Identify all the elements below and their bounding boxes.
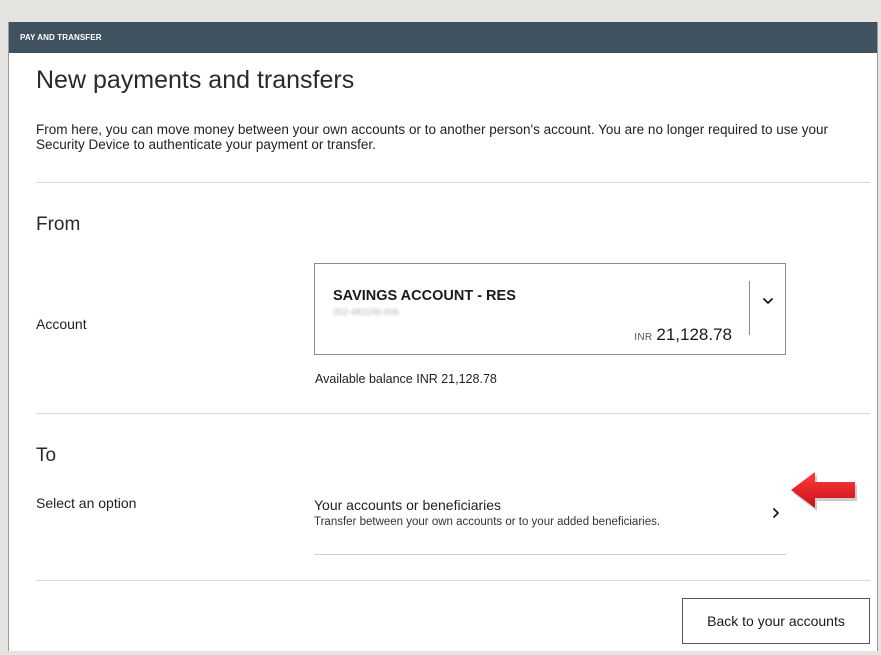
account-balance: INR 21,128.78 bbox=[634, 325, 732, 345]
intro-text: From here, you can move money between yo… bbox=[36, 122, 829, 152]
dropdown-separator bbox=[749, 281, 750, 335]
account-label: Account bbox=[36, 316, 87, 332]
select-option-label: Select an option bbox=[36, 495, 137, 511]
to-section-title: To bbox=[36, 445, 57, 466]
balance-amount: 21,128.78 bbox=[656, 325, 732, 344]
page-frame: PAY AND TRANSFER New payments and transf… bbox=[8, 22, 878, 651]
chevron-down-icon[interactable] bbox=[761, 294, 775, 308]
account-number: 002-483196-006 bbox=[333, 307, 400, 317]
account-dropdown[interactable]: SAVINGS ACCOUNT - RES 002-483196-006 INR… bbox=[314, 263, 786, 355]
header-title: PAY AND TRANSFER bbox=[20, 33, 102, 42]
back-to-accounts-button[interactable]: Back to your accounts bbox=[682, 598, 870, 644]
available-balance: Available balance INR 21,128.78 bbox=[315, 372, 497, 386]
option-title: Your accounts or beneficiaries bbox=[314, 497, 502, 513]
red-arrow-icon bbox=[791, 472, 857, 511]
divider bbox=[36, 182, 870, 183]
balance-currency: INR bbox=[634, 332, 653, 343]
page-title: New payments and transfers bbox=[36, 66, 355, 94]
header-bar: PAY AND TRANSFER bbox=[9, 22, 877, 53]
divider bbox=[36, 413, 870, 414]
account-name: SAVINGS ACCOUNT - RES bbox=[333, 288, 516, 304]
chevron-right-icon[interactable] bbox=[770, 506, 782, 520]
option-subtitle: Transfer between your own accounts or to… bbox=[314, 516, 661, 528]
accounts-beneficiaries-option[interactable]: Your accounts or beneficiaries Transfer … bbox=[314, 488, 786, 555]
from-section-title: From bbox=[36, 214, 81, 235]
divider bbox=[36, 580, 870, 581]
